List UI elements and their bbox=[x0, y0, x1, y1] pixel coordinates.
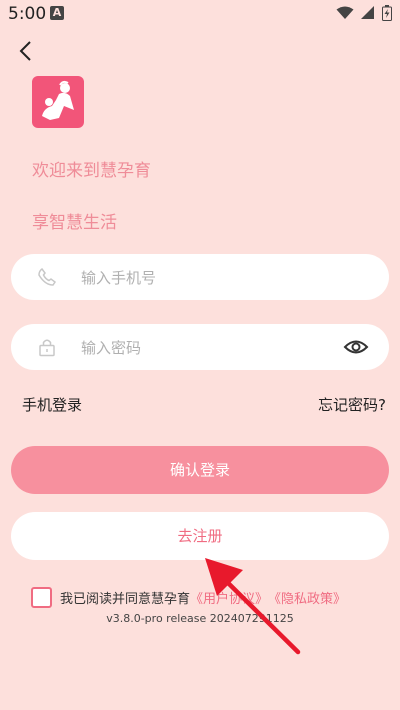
password-input[interactable] bbox=[79, 324, 343, 372]
phone-field[interactable] bbox=[11, 254, 389, 302]
wifi-icon bbox=[336, 6, 354, 19]
mother-child-logo-icon bbox=[42, 80, 74, 120]
phone-icon bbox=[38, 267, 57, 286]
agreement-row: 我已阅读并同意慧孕育 《用户协议》 《隐私政策》 bbox=[31, 587, 346, 608]
signal-icon bbox=[361, 6, 374, 19]
notification-a-icon: A bbox=[50, 6, 64, 20]
welcome-text: 欢迎来到慧孕育 bbox=[32, 161, 151, 181]
tagline-text: 享智慧生活 bbox=[32, 213, 117, 233]
password-field[interactable] bbox=[11, 324, 389, 372]
back-arrow-icon[interactable] bbox=[14, 38, 40, 64]
status-bar: 5:00 A bbox=[0, 0, 400, 28]
show-password-eye-icon[interactable] bbox=[343, 336, 369, 358]
lock-icon bbox=[39, 339, 55, 357]
status-time: 5:00 bbox=[8, 4, 47, 24]
app-logo bbox=[32, 76, 84, 128]
privacy-policy-link[interactable]: 《隐私政策》 bbox=[268, 588, 346, 607]
register-button[interactable]: 去注册 bbox=[11, 512, 389, 560]
agreement-text: 我已阅读并同意慧孕育 bbox=[60, 592, 191, 607]
system-icons bbox=[336, 5, 392, 21]
battery-icon bbox=[382, 5, 392, 21]
phone-login-link[interactable]: 手机登录 bbox=[22, 394, 82, 415]
confirm-login-button[interactable]: 确认登录 bbox=[11, 446, 389, 494]
phone-input[interactable] bbox=[79, 254, 343, 302]
version-text: v3.8.0-pro release 202407291125 bbox=[106, 612, 294, 625]
forgot-password-link[interactable]: 忘记密码? bbox=[318, 394, 386, 415]
user-agreement-link[interactable]: 《用户协议》 bbox=[190, 588, 268, 607]
agreement-checkbox[interactable] bbox=[31, 587, 52, 608]
